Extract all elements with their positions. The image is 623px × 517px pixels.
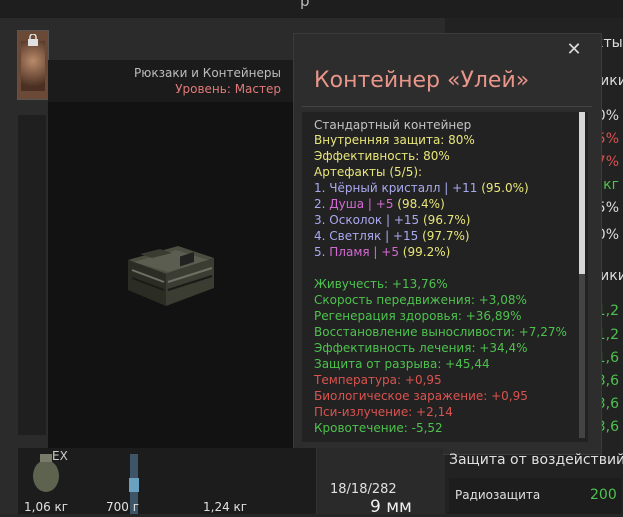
artifact-index: 2. bbox=[314, 197, 326, 211]
artifacts-header: Артефакты (5/5): bbox=[314, 165, 423, 179]
ammo-count: 18/18/282 bbox=[330, 482, 397, 497]
tooltip-scroll-thumb[interactable] bbox=[579, 112, 585, 274]
avatar-face bbox=[21, 41, 45, 91]
stat-line: Восстановление выносливости: +7,27% bbox=[314, 325, 567, 339]
slot-weight: 1,24 кг bbox=[203, 500, 248, 514]
efficiency: Эффективность: 80% bbox=[314, 149, 450, 163]
artifact-row: 4. Светляк | +15 (97.7%) bbox=[314, 229, 470, 244]
artifact-level: +5 bbox=[381, 245, 399, 259]
artifact-sep: | bbox=[382, 213, 394, 227]
protection-label: Радиозащита bbox=[455, 488, 541, 502]
artifact-name: Пламя bbox=[329, 245, 370, 259]
artifact-row: 3. Осколок | +15 (96.7%) bbox=[314, 213, 471, 228]
ammo-caliber: 9 мм bbox=[370, 497, 412, 517]
artifact-row: 2. Душа | +5 (98.4%) bbox=[314, 197, 445, 212]
stat-line: Регенерация здоровья: +36,89% bbox=[314, 309, 522, 323]
protection-title: Защита от воздействий bbox=[449, 452, 623, 468]
artifact-name: Чёрный кристалл bbox=[329, 181, 441, 195]
artifact-index: 4. bbox=[314, 229, 326, 243]
stat-line: Кровотечение: -5,52 bbox=[314, 421, 443, 435]
artifact-level: +11 bbox=[452, 181, 478, 195]
container-type: Стандартный контейнер bbox=[314, 118, 472, 132]
stat-line: Пси-излучение: +2,14 bbox=[314, 405, 453, 419]
artifact-index: 3. bbox=[314, 213, 326, 227]
artifact-sep: | bbox=[440, 181, 453, 195]
artifact-percent: (98.4%) bbox=[393, 197, 445, 211]
artifact-name: Светляк bbox=[329, 229, 382, 243]
artifact-percent: (96.7%) bbox=[419, 213, 471, 227]
item-tooltip: ✕ Контейнер «Улей» Стандартный контейнер… bbox=[293, 33, 602, 455]
tooltip-title: Контейнер «Улей» bbox=[314, 68, 530, 93]
artifact-sep: | bbox=[381, 229, 393, 243]
slot-weight: 700 г bbox=[106, 500, 140, 514]
artifact-name: Осколок bbox=[329, 213, 383, 227]
item-level: Уровень: Мастер bbox=[175, 82, 281, 96]
top-title-fragment: р bbox=[300, 0, 310, 10]
artifact-level: +15 bbox=[392, 229, 419, 243]
stat-line: Живучесть: +13,76% bbox=[314, 277, 448, 291]
lock-icon bbox=[28, 34, 38, 46]
stat-line: Скорость передвижения: +3,08% bbox=[314, 293, 527, 307]
stat-line: Температура: +0,95 bbox=[314, 373, 442, 387]
protection-value: 200 bbox=[590, 487, 617, 503]
stat-line: Биологическое заражение: +0,95 bbox=[314, 389, 528, 403]
slot-tag: EX bbox=[52, 449, 68, 463]
stat-line: Эффективность лечения: +34,4% bbox=[314, 341, 528, 355]
artifact-sep: | bbox=[364, 197, 376, 211]
artifact-sep: | bbox=[369, 245, 382, 259]
close-icon[interactable]: ✕ bbox=[564, 40, 584, 60]
preview-header: Рюкзаки и Контейнеры Уровень: Мастер bbox=[48, 60, 293, 102]
equipment-strip bbox=[18, 115, 46, 435]
item-category: Рюкзаки и Контейнеры bbox=[134, 66, 281, 80]
slot-weight: 1,06 кг bbox=[24, 500, 69, 514]
tooltip-divider bbox=[302, 106, 592, 107]
artifact-row: 5. Пламя | +5 (99.2%) bbox=[314, 245, 450, 260]
artifact-name: Душа bbox=[329, 197, 365, 211]
artifact-percent: (97.7%) bbox=[418, 229, 470, 243]
artifact-index: 5. bbox=[314, 245, 326, 259]
stat-line: Защита от разрыва: +45,44 bbox=[314, 357, 490, 371]
container-image bbox=[128, 246, 214, 306]
artifact-row: 1. Чёрный кристалл | +11 (95.0%) bbox=[314, 181, 529, 196]
artifact-percent: (99.2%) bbox=[398, 245, 451, 259]
artifact-index: 1. bbox=[314, 181, 326, 195]
internal-protection: Внутренняя защита: 80% bbox=[314, 133, 475, 147]
artifact-level: +5 bbox=[375, 197, 394, 211]
artifact-level: +15 bbox=[393, 213, 420, 227]
top-bar bbox=[0, 0, 623, 18]
artifact-percent: (95.0%) bbox=[477, 181, 529, 195]
